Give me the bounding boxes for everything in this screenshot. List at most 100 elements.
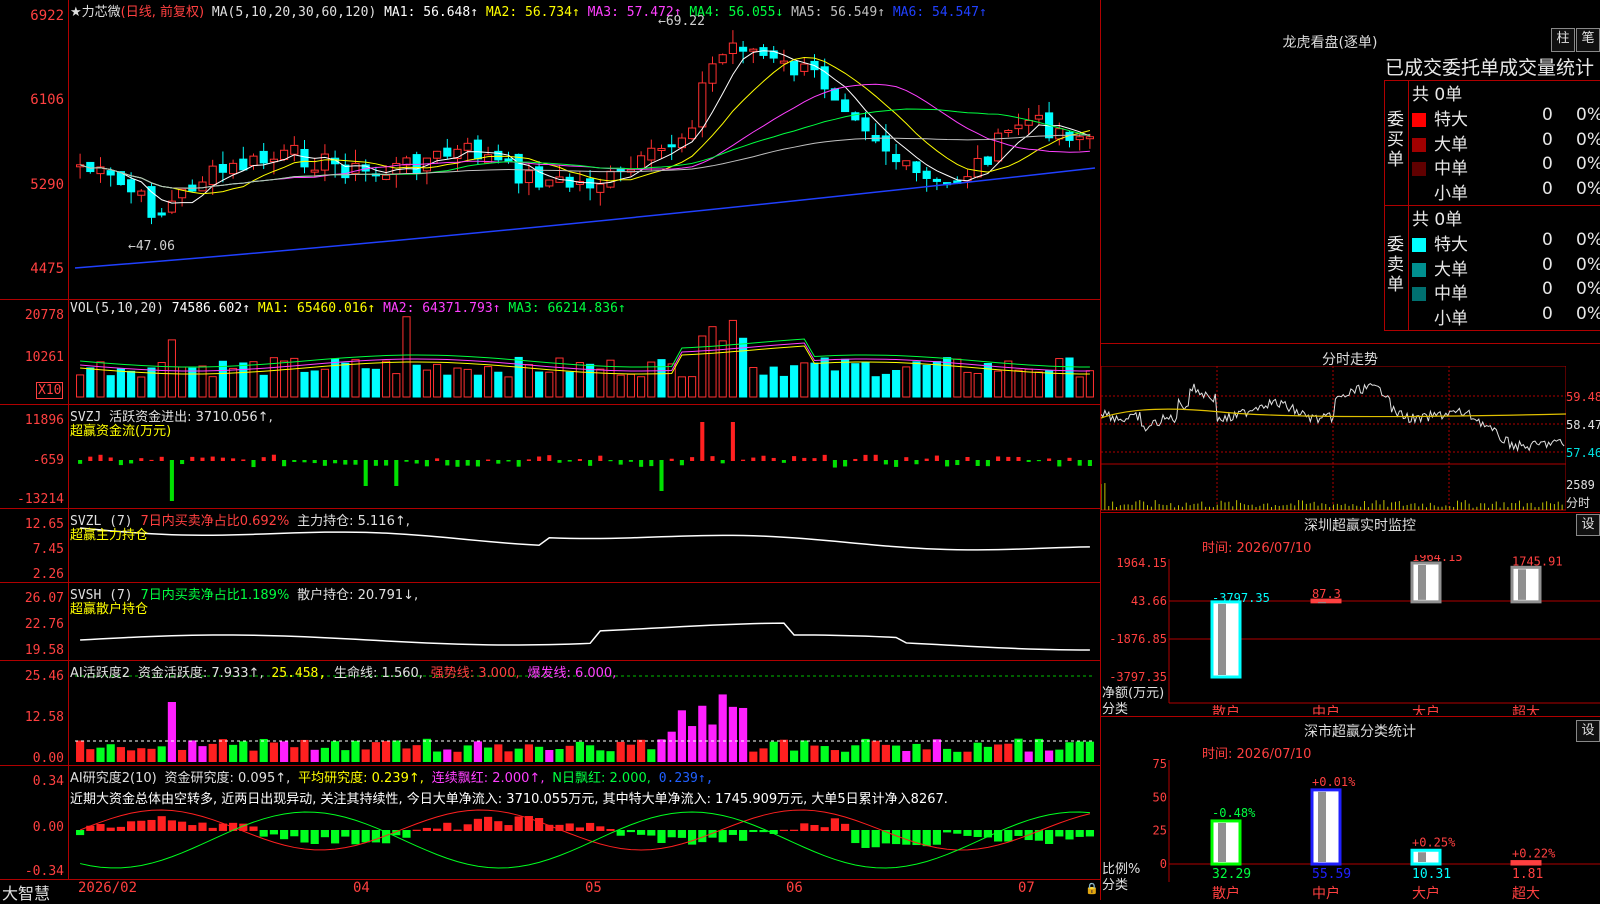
fund-flow-bar: [975, 460, 980, 466]
activity-bar: [1034, 738, 1043, 762]
fund-flow-bar: [985, 460, 990, 467]
candle-body: [1024, 120, 1033, 126]
fund-flow-bar: [88, 456, 93, 461]
activity-bar: [820, 746, 829, 762]
buy-row-value-3: 0: [1542, 178, 1553, 199]
research-bar: [1075, 830, 1084, 837]
svzl-desc-red: 7日内买卖净占比0.692%: [140, 514, 290, 529]
sz-monitor-settings-button[interactable]: 设: [1576, 514, 1600, 536]
fund-flow-bar: [363, 460, 368, 486]
fund-flow-bar: [700, 422, 705, 461]
activity-bar: [739, 707, 748, 762]
activity-bar: [708, 724, 717, 762]
svsh-desc: 散户持仓: 20.791↓,: [297, 588, 419, 603]
fund-flow-bar: [312, 460, 317, 464]
buy-row-label-1: 大单: [1434, 134, 1468, 155]
activity-bar: [881, 744, 890, 762]
activity-bar: [606, 751, 615, 762]
fund-flow-bar: [78, 460, 83, 464]
research-bar: [565, 823, 574, 831]
tick-mode-button[interactable]: 笔: [1576, 28, 1600, 52]
volume-bar: [994, 370, 1003, 398]
fund-flow-bar: [639, 460, 644, 467]
fund-flow-bar: [465, 460, 470, 466]
svzj-tick-2: -13214: [17, 492, 64, 507]
candle-body: [239, 158, 248, 171]
fund-flow-bar: [883, 460, 888, 465]
sell-row-pct-3: 0%: [1576, 303, 1600, 324]
svsh-tick-0: 26.07: [24, 591, 64, 606]
kline-chart-area[interactable]: [0, 0, 1100, 880]
stock-name[interactable]: ★力芯微: [70, 5, 121, 20]
volume-bar: [963, 371, 972, 398]
candle-body: [545, 179, 554, 187]
price-tick-3: 4475: [30, 261, 64, 277]
price-tick-2: 5290: [30, 177, 64, 193]
fund-flow-bar: [414, 460, 419, 464]
activity-bar: [504, 751, 513, 762]
volume-bar: [606, 359, 615, 398]
volume-bar: [422, 369, 431, 398]
fund-flow-bar: [547, 455, 552, 461]
research-bar: [647, 830, 656, 836]
fund-flow-bar: [996, 456, 1001, 461]
fund-flow-bar: [108, 457, 113, 461]
classify-bar-1: [1310, 788, 1342, 866]
volume-bar: [382, 360, 391, 398]
period-label[interactable]: (日线, 前复权): [121, 5, 204, 20]
activity-bar: [239, 741, 248, 762]
candle-body: [657, 147, 666, 151]
classify-cat-0: 散户: [1212, 885, 1240, 900]
research-bar: [800, 823, 809, 831]
svzj-tick-1: -659: [32, 453, 64, 468]
fund-flow-bar: [118, 460, 123, 466]
fund-flow-bar: [424, 460, 429, 467]
intraday-chart[interactable]: [1101, 366, 1566, 511]
fund-flow-bar: [455, 460, 460, 467]
volume-bar: [249, 361, 258, 398]
candle-body: [127, 179, 136, 193]
candle-body: [147, 186, 156, 218]
candle-body: [698, 82, 707, 128]
research-bar: [688, 830, 697, 845]
fund-flow-bar: [445, 460, 450, 466]
vol-ma-legend-1: MA2: 64371.793↑: [375, 301, 501, 316]
candle-body: [800, 63, 809, 72]
ai-research-a: 资金研究度: 0.095↑,: [164, 771, 291, 786]
candle-body: [851, 112, 860, 121]
sell-row-label-1: 大单: [1434, 259, 1468, 280]
sz-classify-settings-button[interactable]: 设: [1576, 720, 1600, 742]
candle-body: [565, 176, 574, 188]
volume-bar: [290, 357, 299, 398]
bar-mode-button[interactable]: 柱: [1551, 28, 1575, 52]
lock-icon[interactable]: 🔒: [1085, 882, 1099, 895]
fund-flow-bar: [761, 455, 766, 461]
activity-bar: [188, 740, 197, 762]
activity-bar: [994, 744, 1003, 762]
research-bar: [606, 829, 615, 831]
classify-y-tick-2: 25: [1153, 824, 1167, 838]
ma-legend-4: MA5: 56.549↑: [783, 5, 886, 20]
svzl-tick-1: 7.45: [32, 542, 64, 557]
candle-body: [320, 153, 329, 171]
sell-row-pct-0: 0%: [1576, 230, 1600, 250]
fund-flow-bar: [577, 459, 582, 461]
activity-bar: [871, 740, 880, 762]
fund-flow-bar: [771, 457, 776, 461]
candle-body: [218, 164, 227, 173]
volume-bar: [973, 372, 982, 398]
fund-flow-bar: [394, 460, 399, 486]
research-bar: [188, 825, 197, 831]
classify-cat-2: 大户: [1412, 885, 1440, 900]
sell-row-swatch-0: [1412, 238, 1426, 252]
fund-flow-bar: [588, 460, 593, 466]
activity-bar: [932, 739, 941, 762]
main-holding-line: [80, 527, 1090, 551]
fund-flow-bar: [1016, 456, 1021, 461]
activity-bar: [637, 739, 646, 762]
volume-bar: [453, 367, 462, 398]
fund-flow-bar: [1067, 457, 1072, 461]
fund-flow-bar: [282, 460, 287, 467]
fund-flow-bar: [516, 460, 521, 467]
vol-value: 74586.602↑: [171, 301, 251, 316]
